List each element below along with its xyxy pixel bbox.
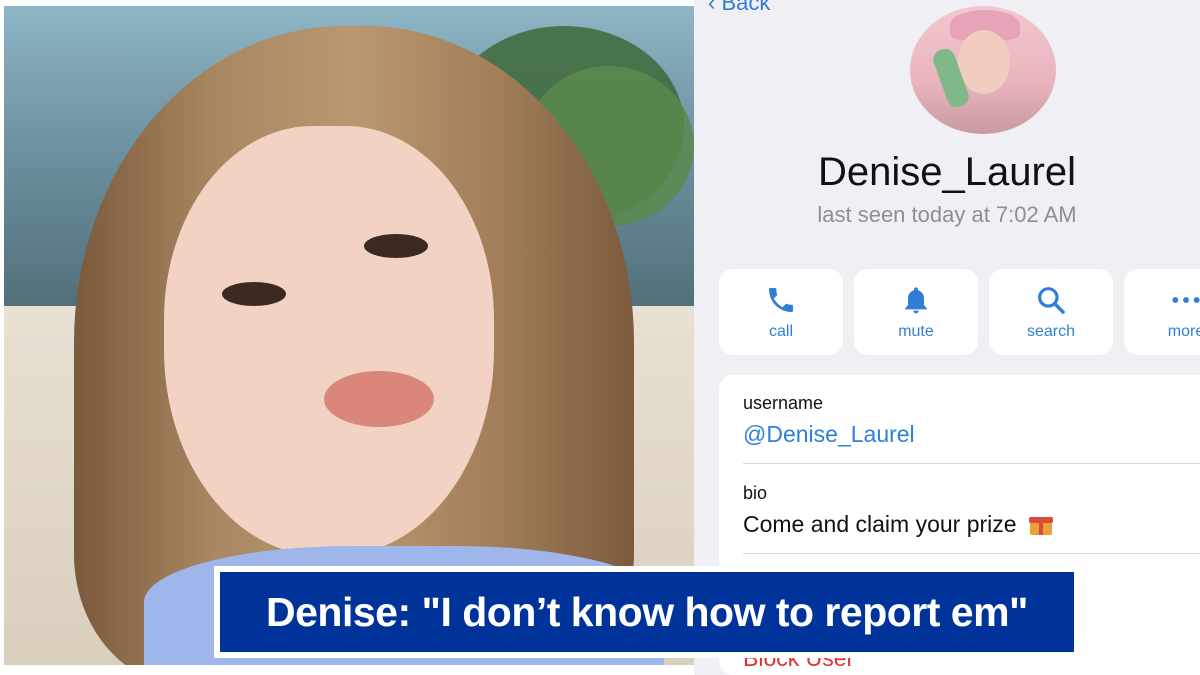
bell-icon	[905, 287, 927, 314]
back-label: Back	[721, 0, 771, 15]
search-icon	[1038, 287, 1065, 314]
more-dots-icon	[1172, 297, 1200, 303]
left-eye	[222, 282, 286, 306]
phone-icon	[769, 288, 793, 312]
mute-button[interactable]: mute	[854, 269, 978, 355]
more-label: more	[1167, 323, 1200, 340]
more-button[interactable]: more	[1124, 269, 1200, 355]
search-label: search	[1026, 323, 1076, 340]
profile-name: Denise_Laurel	[818, 150, 1076, 194]
last-seen-status: last seen today at 7:02 AM	[817, 202, 1077, 227]
caption-box: Denise: "I don’t know how to report em"	[220, 572, 1074, 652]
chevron-left-icon: ‹	[708, 0, 716, 15]
username-label: username	[743, 393, 824, 413]
avatar-head	[958, 30, 1010, 94]
mute-label: mute	[898, 323, 934, 340]
bio-text: Come and claim your prize	[743, 511, 1017, 537]
call-button[interactable]: call	[719, 269, 843, 355]
divider	[743, 553, 1200, 554]
caption-banner: Denise: "I don’t know how to report em"	[214, 566, 1080, 658]
avatar[interactable]	[910, 6, 1056, 134]
divider	[743, 463, 1200, 464]
right-eye	[364, 234, 428, 258]
gift-icon	[1028, 513, 1053, 535]
call-label: call	[768, 323, 793, 340]
face	[164, 126, 494, 556]
bio-text-row: Come and claim your prize	[743, 511, 1053, 538]
lips	[324, 371, 434, 427]
bio-label: bio	[743, 483, 768, 503]
back-button[interactable]: ‹ Back	[708, 0, 770, 16]
search-button[interactable]: search	[989, 269, 1113, 355]
caption-text: Denise: "I don’t know how to report em"	[266, 588, 1028, 635]
username-link[interactable]: @Denise_Laurel	[743, 421, 915, 448]
